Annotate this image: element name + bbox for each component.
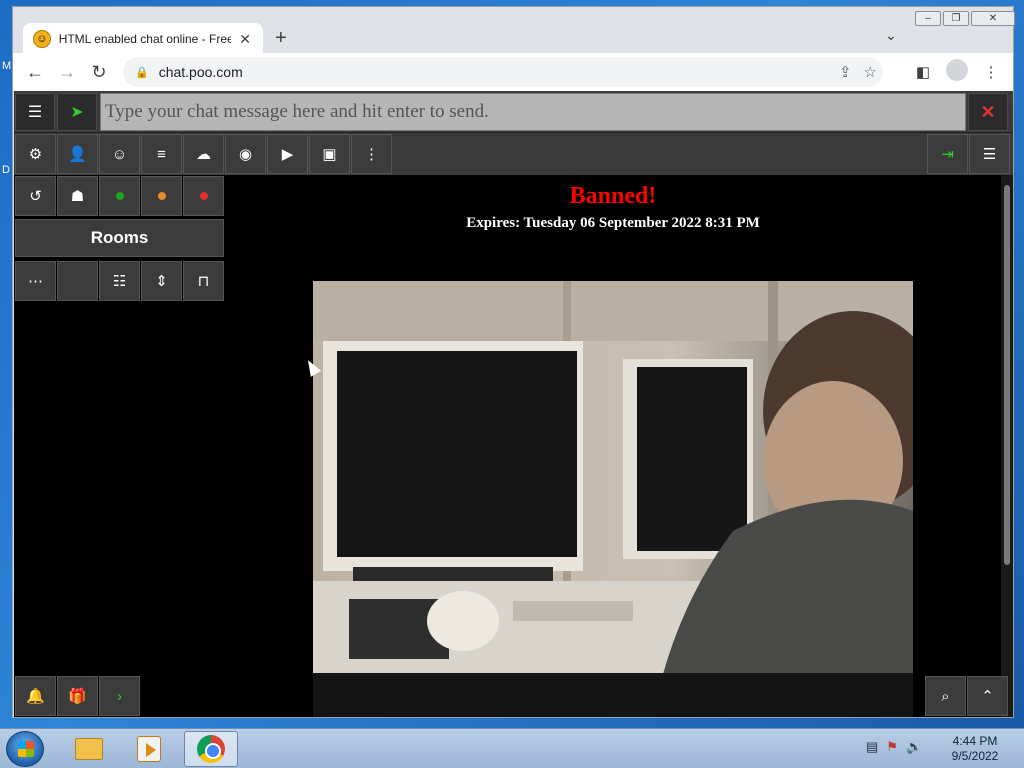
page-viewport: ☰ ➤ Type your chat message here and hit … [14, 91, 1013, 717]
profile-avatar[interactable] [945, 59, 969, 85]
network-icon[interactable]: ▤ [866, 739, 878, 755]
new-tab-button[interactable]: + [275, 27, 295, 50]
search-icon[interactable]: ⌕ [925, 676, 966, 716]
system-tray: ▤ ⚑ 🔊 [866, 739, 922, 755]
history-icon[interactable]: ↺ [15, 176, 56, 216]
status-away-button[interactable] [141, 176, 182, 216]
door-icon[interactable]: ⊓ [183, 261, 224, 301]
ban-image [313, 281, 913, 717]
scrollbar-thumb[interactable] [1004, 185, 1010, 565]
bookmark-star-icon[interactable]: ☆ [864, 63, 877, 81]
window-close-button[interactable]: ✕ [971, 11, 1015, 26]
system-clock[interactable]: 4:44 PM 9/5/2022 [944, 734, 1006, 764]
side-panel-icon[interactable]: ◧ [911, 63, 935, 81]
taskbar-media-player[interactable] [122, 731, 176, 767]
hamburger-menu-icon[interactable]: ☰ [969, 134, 1010, 174]
media-player-icon [137, 736, 161, 762]
bell-icon[interactable]: 🔔 [15, 676, 56, 716]
start-button[interactable] [6, 731, 44, 767]
sliders-icon[interactable]: ≡ [141, 134, 182, 174]
chat-toolbar: ⚙ 👤 ☺ ≡ ☁ ◉ ▶ ▣ ⋮ ⇥ ☰ [14, 133, 1013, 175]
chevron-right-icon[interactable]: › [99, 676, 140, 716]
forward-button[interactable]: → [51, 56, 83, 88]
action-center-flag-icon[interactable]: ⚑ [886, 739, 898, 755]
user-icon[interactable]: 👤 [57, 134, 98, 174]
window-controls: – ❐ ✕ [915, 11, 1015, 27]
desktop-icon-label: M [2, 60, 12, 72]
back-button[interactable]: ← [19, 56, 51, 88]
ban-expiry-text: Expires: Tuesday 06 September 2022 8:31 … [466, 215, 760, 231]
status-busy-button[interactable] [183, 176, 224, 216]
restore-button[interactable]: ❐ [943, 11, 969, 26]
more-vertical-icon[interactable]: ⋮ [351, 134, 392, 174]
taskbar-explorer[interactable] [62, 731, 116, 767]
minimize-button[interactable]: – [915, 11, 941, 26]
close-icon[interactable]: ✕ [237, 31, 253, 48]
menu-icon[interactable]: ⋮ [979, 63, 1003, 81]
login-icon[interactable]: ⇥ [927, 134, 968, 174]
browser-toolbar: ← → ↻ 🔒 chat.poo.com ⇪ ☆ ◧ ⋮ [13, 53, 1013, 91]
browser-window: ☺ HTML enabled chat online - Free ✕ + ⌄ … [12, 6, 1015, 718]
tab-search-button[interactable]: ⌄ [885, 27, 897, 44]
status-online-button[interactable] [99, 176, 140, 216]
cloud-upload-icon[interactable]: ☁ [183, 134, 224, 174]
message-bar: ☰ ➤ Type your chat message here and hit … [14, 91, 1013, 133]
settings-gears-icon[interactable]: ⚙ [15, 134, 56, 174]
more-horizontal-icon[interactable]: ⋯ [15, 261, 56, 301]
desktop-icon-label: D [2, 164, 10, 176]
gift-icon[interactable]: 🎁 [57, 676, 98, 716]
chat-message-input[interactable]: Type your chat message here and hit ente… [100, 93, 966, 131]
folder-icon [75, 738, 103, 760]
tab-title: HTML enabled chat online - Free [58, 32, 232, 46]
page-scrollbar[interactable] [1001, 175, 1013, 717]
camera-icon[interactable]: ◉ [225, 134, 266, 174]
chat-main-area: Banned! Expires: Tuesday 06 September 20… [225, 175, 1001, 717]
sort-icon[interactable]: ⇕ [141, 261, 182, 301]
clock-time: 4:44 PM [952, 734, 998, 748]
smiley-icon[interactable]: ☺ [99, 134, 140, 174]
rooms-header[interactable]: Rooms [15, 219, 224, 257]
blank-button[interactable] [57, 261, 98, 301]
favicon-icon: ☺ [33, 30, 51, 48]
room-list-icon[interactable]: ☷ [99, 261, 140, 301]
computer-user-illustration [313, 281, 913, 717]
windows-logo-icon [18, 741, 34, 757]
robot-icon[interactable]: ☗ [57, 176, 98, 216]
chevron-up-icon[interactable]: ⌃ [967, 676, 1008, 716]
tab-strip: ☺ HTML enabled chat online - Free ✕ + ⌄ … [13, 7, 1015, 55]
banned-title: Banned! [569, 183, 657, 209]
list-icon[interactable]: ☰ [15, 93, 55, 131]
send-icon[interactable]: ➤ [57, 93, 97, 131]
volume-icon[interactable]: 🔊 [906, 739, 922, 755]
clock-date: 9/5/2022 [951, 749, 999, 763]
youtube-icon[interactable]: ▶ [267, 134, 308, 174]
clear-input-button[interactable]: ✕ [968, 93, 1008, 131]
image-icon[interactable]: ▣ [309, 134, 350, 174]
tab-chat[interactable]: ☺ HTML enabled chat online - Free ✕ [23, 23, 263, 55]
url-text: chat.poo.com [158, 64, 243, 80]
reload-button[interactable]: ↻ [83, 56, 115, 88]
chrome-icon [197, 735, 225, 763]
lock-icon[interactable]: 🔒 [135, 66, 149, 79]
taskbar: ▤ ⚑ 🔊 4:44 PM 9/5/2022 [0, 728, 1024, 768]
taskbar-chrome[interactable] [184, 731, 238, 767]
sidebar: ↺ ☗ Rooms ⋯ ☷ ⇕ ⊓ [14, 175, 225, 717]
share-icon[interactable]: ⇪ [839, 63, 852, 81]
address-bar[interactable]: 🔒 chat.poo.com ⇪ ☆ [123, 57, 883, 87]
